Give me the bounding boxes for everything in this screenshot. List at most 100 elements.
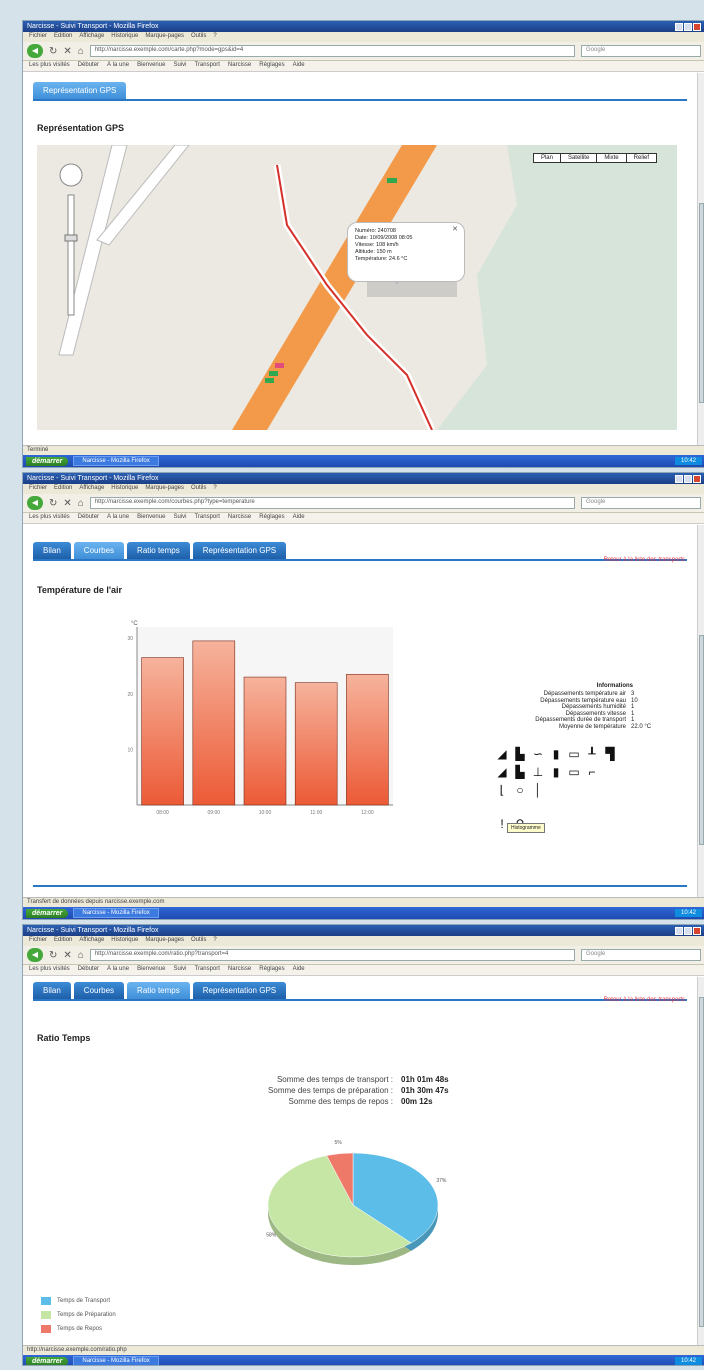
- bar[interactable]: [141, 657, 184, 806]
- trend-icon[interactable]: ⌐: [585, 765, 599, 779]
- minimize-icon[interactable]: [675, 22, 683, 31]
- grouped-bar-icon[interactable]: ▜: [603, 747, 617, 761]
- zoom-handle[interactable]: [64, 234, 78, 242]
- back-icon[interactable]: ◀: [27, 948, 43, 962]
- map-type-relief[interactable]: Relief: [625, 154, 656, 162]
- home-icon[interactable]: ⌂: [78, 46, 84, 57]
- vertical-scrollbar[interactable]: [697, 977, 704, 1345]
- stacked-bar-icon[interactable]: ▙: [513, 765, 527, 779]
- bar[interactable]: [192, 640, 236, 806]
- menu-file[interactable]: Fichier: [29, 33, 47, 41]
- bookmark-item[interactable]: Les plus visités: [29, 966, 70, 974]
- zoom-icon[interactable]: ○: [513, 783, 527, 797]
- bookmark-item[interactable]: Bienvenue: [137, 62, 165, 70]
- menu-tools[interactable]: Outils: [191, 937, 206, 945]
- home-icon[interactable]: ⌂: [78, 498, 84, 509]
- scroll-thumb[interactable]: [699, 997, 704, 1327]
- bar-chart-icon[interactable]: ▮: [549, 747, 563, 761]
- bookmark-item[interactable]: Aide: [293, 62, 305, 70]
- bookmark-item[interactable]: Bienvenue: [137, 966, 165, 974]
- tab-bilan[interactable]: Bilan: [33, 542, 71, 559]
- tab-bilan[interactable]: Bilan: [33, 982, 71, 999]
- scatter-icon[interactable]: ⌊: [495, 783, 509, 797]
- tab-gps[interactable]: Représentation GPS: [192, 542, 287, 559]
- start-button[interactable]: démarrer: [26, 908, 69, 918]
- bar[interactable]: [243, 676, 287, 806]
- bookmark-item[interactable]: Narcisse: [228, 514, 251, 522]
- home-icon[interactable]: ⌂: [78, 950, 84, 961]
- menu-file[interactable]: Fichier: [29, 485, 47, 493]
- bookmark-item[interactable]: Réglages: [259, 966, 284, 974]
- back-icon[interactable]: ◀: [27, 44, 43, 58]
- menu-help[interactable]: ?: [213, 485, 216, 493]
- bookmark-item[interactable]: Narcisse: [228, 62, 251, 70]
- close-icon[interactable]: [693, 474, 701, 483]
- menu-bookmarks[interactable]: Marque-pages: [145, 33, 184, 41]
- area-chart-icon[interactable]: ◢: [495, 747, 509, 761]
- stacked-bar-icon[interactable]: ▙: [513, 747, 527, 761]
- back-to-list-link[interactable]: Retour à la liste des transports: [604, 997, 685, 1003]
- window-controls[interactable]: [675, 474, 701, 483]
- bookmark-item[interactable]: Aide: [293, 514, 305, 522]
- start-button[interactable]: démarrer: [26, 456, 69, 466]
- menu-view[interactable]: Affichage: [79, 937, 104, 945]
- bookmark-item[interactable]: À la une: [107, 514, 129, 522]
- box-icon[interactable]: ▭: [567, 765, 581, 779]
- pan-control-icon[interactable]: [59, 163, 83, 187]
- bookmark-item[interactable]: Débuter: [78, 62, 99, 70]
- marker-icon[interactable]: [387, 178, 397, 183]
- search-input[interactable]: Google: [581, 497, 701, 509]
- taskbar-item[interactable]: Narcisse - Mozilla Firefox: [73, 456, 159, 466]
- bookmark-item[interactable]: Les plus visités: [29, 62, 70, 70]
- menu-view[interactable]: Affichage: [79, 485, 104, 493]
- maximize-icon[interactable]: [684, 926, 692, 935]
- map-type-satellite[interactable]: Satellite: [559, 154, 596, 162]
- reload-icon[interactable]: ↻: [49, 950, 57, 961]
- bookmark-item[interactable]: Transport: [194, 966, 219, 974]
- stop-icon[interactable]: ✕: [63, 498, 71, 509]
- minimize-icon[interactable]: [675, 474, 683, 483]
- map-type-plan[interactable]: Plan: [534, 154, 560, 162]
- stick-icon[interactable]: ⊥: [531, 765, 545, 779]
- horizontal-bar-icon[interactable]: ▭: [567, 747, 581, 761]
- url-input[interactable]: http://narcisse.exemple.com/courbes.php?…: [89, 497, 575, 509]
- menu-edit[interactable]: Edition: [54, 937, 72, 945]
- marker-icon[interactable]: [269, 371, 278, 376]
- bar[interactable]: [294, 682, 338, 806]
- bookmark-item[interactable]: Bienvenue: [137, 514, 165, 522]
- reload-icon[interactable]: ↻: [49, 498, 57, 509]
- bookmark-item[interactable]: Réglages: [259, 62, 284, 70]
- gps-map[interactable]: Plan Satellite Mixte Relief ✕ Numéro: 24…: [37, 145, 677, 430]
- close-icon[interactable]: ✕: [452, 226, 458, 233]
- tab-gps[interactable]: Représentation GPS: [33, 82, 127, 99]
- menu-tools[interactable]: Outils: [191, 485, 206, 493]
- menu-help[interactable]: ?: [213, 937, 216, 945]
- search-input[interactable]: Google: [581, 949, 701, 961]
- close-icon[interactable]: [693, 22, 701, 31]
- scroll-thumb[interactable]: [699, 203, 704, 403]
- bookmark-item[interactable]: Suivi: [173, 62, 186, 70]
- reload-icon[interactable]: ↻: [49, 46, 57, 57]
- close-icon[interactable]: [693, 926, 701, 935]
- vertical-scrollbar[interactable]: [697, 525, 704, 897]
- minimize-icon[interactable]: [675, 926, 683, 935]
- marker-line-icon[interactable]: │: [531, 783, 545, 797]
- bar-chart-icon[interactable]: ▮: [549, 765, 563, 779]
- menu-edit[interactable]: Edition: [54, 33, 72, 41]
- menu-view[interactable]: Affichage: [79, 33, 104, 41]
- bar[interactable]: [346, 673, 389, 806]
- vertical-scrollbar[interactable]: [697, 73, 704, 445]
- menu-bookmarks[interactable]: Marque-pages: [145, 485, 184, 493]
- area-chart-icon[interactable]: ◢: [495, 765, 509, 779]
- bookmark-item[interactable]: Débuter: [78, 966, 99, 974]
- marker-icon[interactable]: [265, 378, 274, 383]
- maximize-icon[interactable]: [684, 22, 692, 31]
- bookmark-item[interactable]: À la une: [107, 966, 129, 974]
- url-input[interactable]: http://narcisse.exemple.com/carte.php?mo…: [89, 45, 575, 57]
- scroll-thumb[interactable]: [699, 635, 704, 845]
- back-icon[interactable]: ◀: [27, 496, 43, 510]
- tab-ratio-temps[interactable]: Ratio temps: [127, 982, 190, 999]
- stop-icon[interactable]: ✕: [63, 46, 71, 57]
- window-controls[interactable]: [675, 22, 701, 31]
- window-controls[interactable]: [675, 926, 701, 935]
